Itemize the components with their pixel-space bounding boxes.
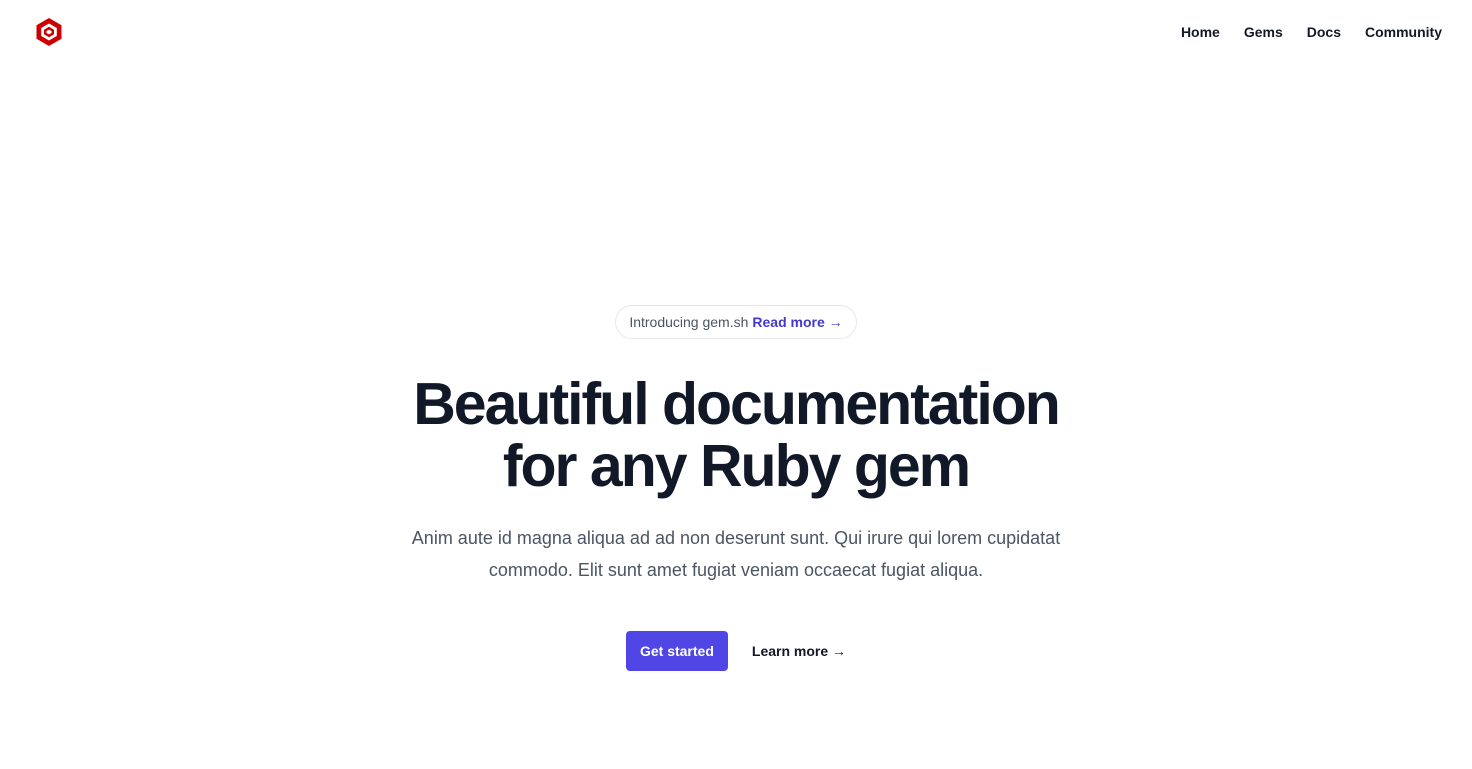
main-nav: Home Gems Docs Community <box>1181 22 1442 42</box>
hero-description: Anim aute id magna aliqua ad ad non dese… <box>406 522 1066 586</box>
logo-link[interactable] <box>34 16 64 48</box>
hero-title: Beautiful documentation for any Ruby gem <box>356 373 1116 497</box>
announcement-badge: Introducing gem.sh Read more → <box>615 305 857 339</box>
nav-item-gems[interactable]: Gems <box>1244 22 1283 42</box>
get-started-button[interactable]: Get started <box>625 631 728 671</box>
hexagon-logo-icon <box>36 18 62 46</box>
hero-actions: Get started Learn more → <box>625 631 846 671</box>
nav-item-docs[interactable]: Docs <box>1307 22 1341 42</box>
landing-page: Home Gems Docs Community Introducing gem… <box>0 0 1472 769</box>
nav-item-community[interactable]: Community <box>1365 22 1442 42</box>
nav-item-home[interactable]: Home <box>1181 22 1220 42</box>
announcement-text: Introducing gem.sh <box>629 314 749 330</box>
hero-title-line-1: Beautiful documentation <box>413 371 1061 437</box>
hero-title-line-2: for any Ruby gem <box>502 433 971 499</box>
read-more-link[interactable]: Read more → <box>752 312 842 332</box>
learn-more-link[interactable]: Learn more → <box>752 643 846 659</box>
hero-section: Introducing gem.sh Read more → Beautiful… <box>0 305 1472 671</box>
site-header: Home Gems Docs Community <box>0 0 1472 64</box>
hero-description-line-2: commodo. Elit sunt amet fugiat veniam oc… <box>488 560 984 580</box>
hero-description-line-1: Anim aute id magna aliqua ad ad non dese… <box>411 528 1061 548</box>
